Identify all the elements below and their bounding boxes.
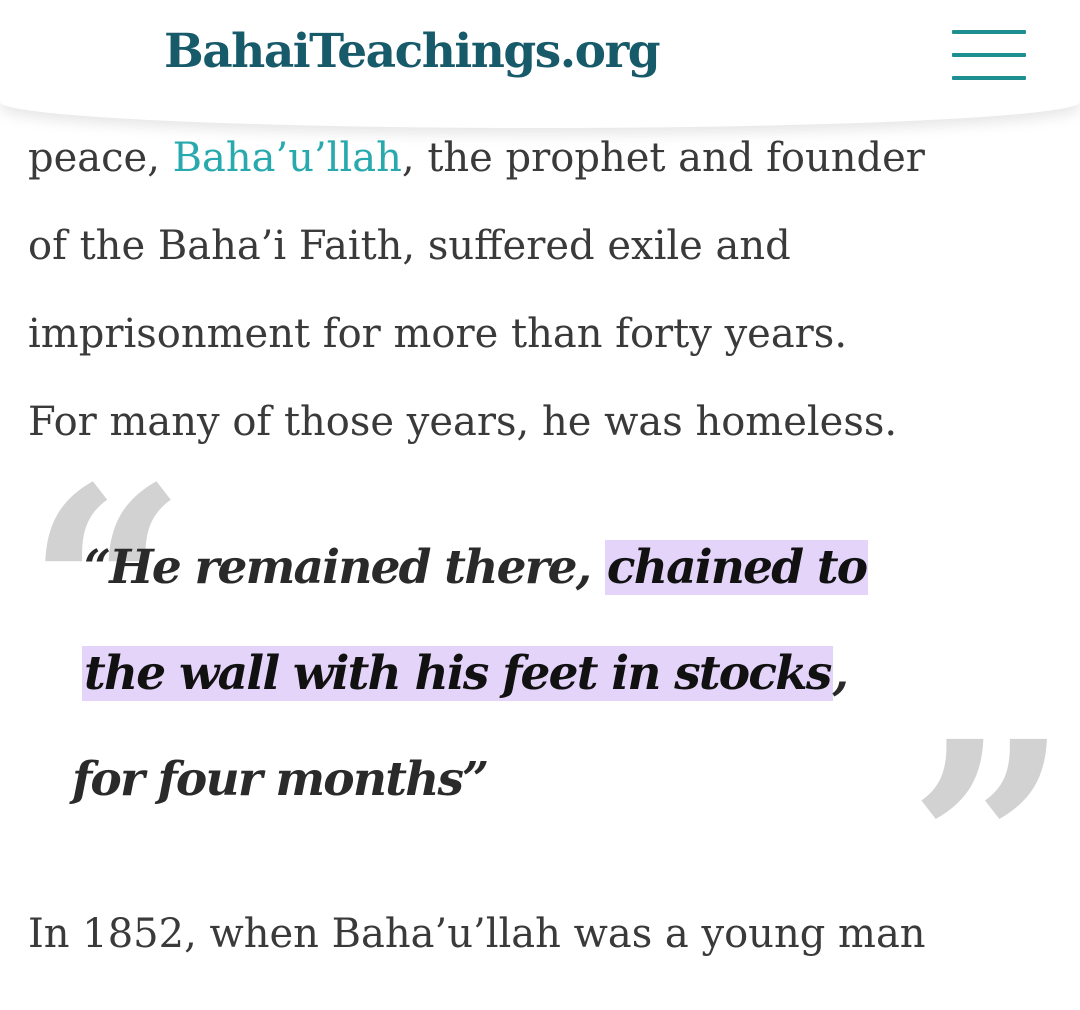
highlighted-text: the wall with his feet in stocks	[82, 646, 833, 701]
pull-quote-line: “He remained there, chained to	[84, 532, 869, 604]
highlighted-text: chained to	[604, 540, 869, 595]
hamburger-menu-icon[interactable]	[952, 30, 1026, 84]
pull-quote-line: the wall with his feet in stocks,	[82, 638, 849, 710]
article-paragraph: peace, Baha’u’llah, the prophet and foun…	[28, 114, 1058, 466]
quote-text: “He remained there,	[84, 540, 605, 595]
text-run: of the Baha’i Faith, suffered exile and	[28, 223, 791, 269]
article-paragraph: In 1852, when Baha’u’llah was a young ma…	[28, 890, 1058, 978]
quote-text: for four months”	[72, 752, 489, 807]
bahaullah-link[interactable]: Baha’u’llah	[173, 135, 402, 181]
pull-quote-line: for four months”	[72, 744, 489, 816]
text-run: peace,	[28, 135, 173, 181]
striped-logo-icon[interactable]	[52, 12, 138, 108]
quote-text: ,	[832, 646, 849, 701]
site-header: BahaiTeachings.org	[0, 0, 1080, 128]
text-run: , the prophet and founder	[401, 135, 925, 181]
site-name[interactable]: BahaiTeachings.org	[164, 28, 661, 75]
text-run: imprisonment for more than forty years.	[28, 311, 848, 357]
text-run: In 1852, when Baha’u’llah was a young ma…	[28, 911, 926, 957]
